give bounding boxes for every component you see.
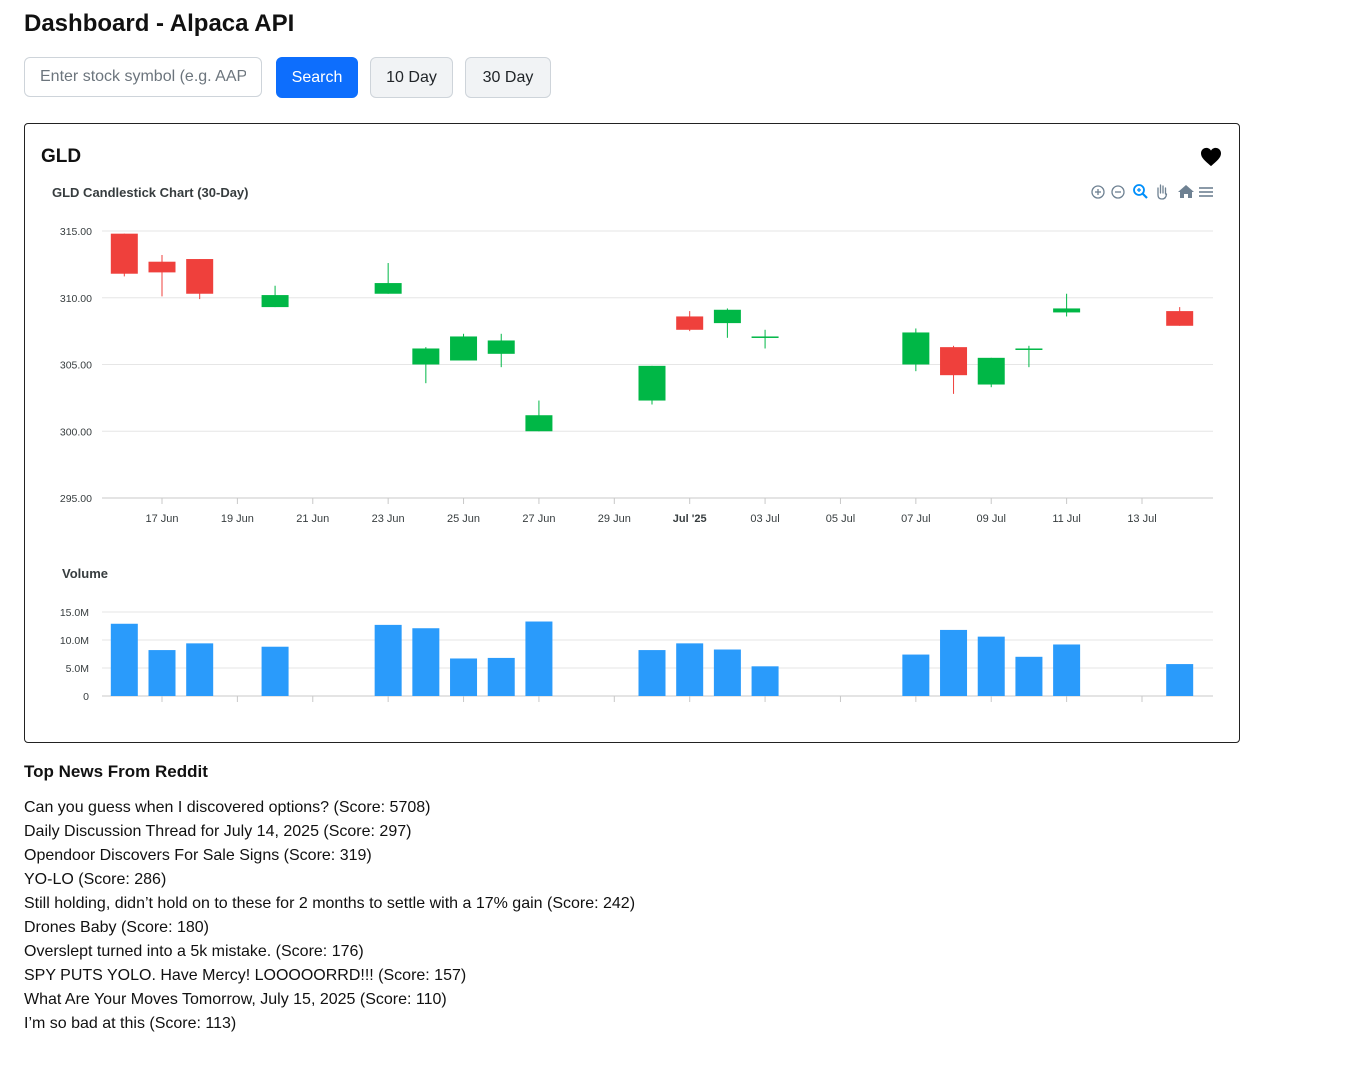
y-tick-label: 295.00: [60, 493, 92, 505]
candle[interactable]: [525, 400, 553, 432]
zoom-selection-icon[interactable]: [1133, 184, 1148, 199]
x-tick-label: 25 Jun: [447, 513, 480, 525]
x-tick-label: 21 Jun: [296, 513, 329, 525]
volume-bar[interactable]: [525, 621, 553, 696]
volume-bar[interactable]: [1166, 664, 1194, 696]
candle[interactable]: [1166, 307, 1194, 326]
news-item[interactable]: SPY PUTS YOLO. Have Mercy! LOOOOORRD!!! …: [24, 964, 635, 988]
zoom-in-icon[interactable]: [1091, 185, 1105, 199]
volume-bar[interactable]: [902, 654, 930, 696]
news-item[interactable]: Daily Discussion Thread for July 14, 202…: [24, 820, 635, 844]
volume-bar[interactable]: [148, 650, 176, 696]
volume-chart-title: Volume: [62, 566, 108, 581]
candle[interactable]: [487, 333, 515, 368]
candle[interactable]: [977, 357, 1005, 388]
y-tick-label: 5.0M: [66, 663, 89, 675]
volume-bar[interactable]: [713, 649, 741, 696]
news-list: Can you guess when I discovered options?…: [24, 796, 635, 1036]
x-tick-label: 03 Jul: [750, 513, 779, 525]
search-input[interactable]: [24, 57, 262, 97]
y-tick-label: 15.0M: [60, 607, 89, 619]
candle[interactable]: [638, 365, 666, 405]
x-tick-label: 13 Jul: [1127, 513, 1156, 525]
ten-day-button[interactable]: 10 Day: [370, 57, 453, 98]
x-tick-label: 29 Jun: [598, 513, 631, 525]
volume-bar[interactable]: [374, 624, 402, 696]
search-button[interactable]: Search: [276, 57, 358, 98]
candle[interactable]: [1053, 293, 1081, 317]
news-item[interactable]: I’m so bad at this (Score: 113): [24, 1012, 635, 1036]
news-item[interactable]: Overslept turned into a 5k mistake. (Sco…: [24, 940, 635, 964]
candle[interactable]: [751, 329, 779, 349]
x-tick-label: 11 Jul: [1052, 513, 1081, 525]
volume-bar[interactable]: [638, 650, 666, 696]
news-item[interactable]: Opendoor Discovers For Sale Signs (Score…: [24, 844, 635, 868]
candle[interactable]: [940, 345, 968, 394]
pan-icon[interactable]: [1157, 184, 1168, 200]
candle[interactable]: [186, 259, 214, 300]
x-tick-label: 07 Jul: [901, 513, 930, 525]
candlestick-chart-title: GLD Candlestick Chart (30-Day): [52, 185, 249, 200]
news-item[interactable]: What Are Your Moves Tomorrow, July 15, 2…: [24, 988, 635, 1012]
candle[interactable]: [676, 311, 704, 332]
y-tick-label: 0: [83, 691, 89, 703]
x-tick-label: 05 Jul: [826, 513, 855, 525]
news-title: Top News From Reddit: [24, 762, 208, 781]
news-item[interactable]: Drones Baby (Score: 180): [24, 916, 635, 940]
x-tick-label: Jul '25: [673, 513, 707, 525]
stock-charts: GLD Candlestick Chart (30-Day) 315.00310…: [52, 184, 1213, 703]
candle[interactable]: [110, 233, 138, 277]
volume-bar[interactable]: [450, 658, 478, 696]
volume-bar[interactable]: [487, 657, 515, 696]
candle[interactable]: [713, 308, 741, 338]
volume-bar[interactable]: [261, 646, 289, 696]
volume-bar[interactable]: [940, 629, 968, 696]
candle[interactable]: [148, 255, 176, 297]
reset-home-icon[interactable]: [1178, 185, 1194, 198]
x-tick-label: 27 Jun: [522, 513, 555, 525]
page-title: Dashboard - Alpaca API: [24, 10, 295, 37]
volume-bar[interactable]: [977, 636, 1005, 696]
candle[interactable]: [412, 347, 440, 384]
volume-bar[interactable]: [751, 666, 779, 696]
news-item[interactable]: Can you guess when I discovered options?…: [24, 796, 635, 820]
volume-bar[interactable]: [412, 628, 440, 696]
news-item[interactable]: Still holding, didn’t hold on to these f…: [24, 892, 635, 916]
news-item[interactable]: YO-LO (Score: 286): [24, 868, 635, 892]
y-tick-label: 315.00: [60, 226, 92, 238]
y-tick-label: 300.00: [60, 426, 92, 438]
candle[interactable]: [261, 285, 289, 308]
candle[interactable]: [1015, 345, 1043, 368]
volume-bar[interactable]: [186, 643, 214, 696]
volume-bar[interactable]: [676, 643, 704, 696]
volume-bar[interactable]: [1053, 644, 1081, 696]
y-tick-label: 305.00: [60, 360, 92, 372]
menu-icon[interactable]: [1199, 187, 1213, 197]
thirty-day-button[interactable]: 30 Day: [465, 57, 551, 98]
x-tick-label: 09 Jul: [977, 513, 1006, 525]
stock-card: GLD GLD Candlestick Chart (30-Day) 315.0…: [24, 123, 1240, 743]
x-tick-label: 19 Jun: [221, 513, 254, 525]
x-tick-label: 23 Jun: [372, 513, 405, 525]
volume-bar[interactable]: [1015, 656, 1043, 696]
x-tick-label: 17 Jun: [145, 513, 178, 525]
y-tick-label: 10.0M: [60, 635, 89, 647]
candle[interactable]: [374, 263, 402, 294]
chart-toolbar: [1091, 184, 1213, 200]
zoom-out-icon[interactable]: [1111, 185, 1125, 199]
y-tick-label: 310.00: [60, 293, 92, 305]
candle[interactable]: [450, 333, 478, 361]
volume-bar[interactable]: [110, 623, 138, 696]
